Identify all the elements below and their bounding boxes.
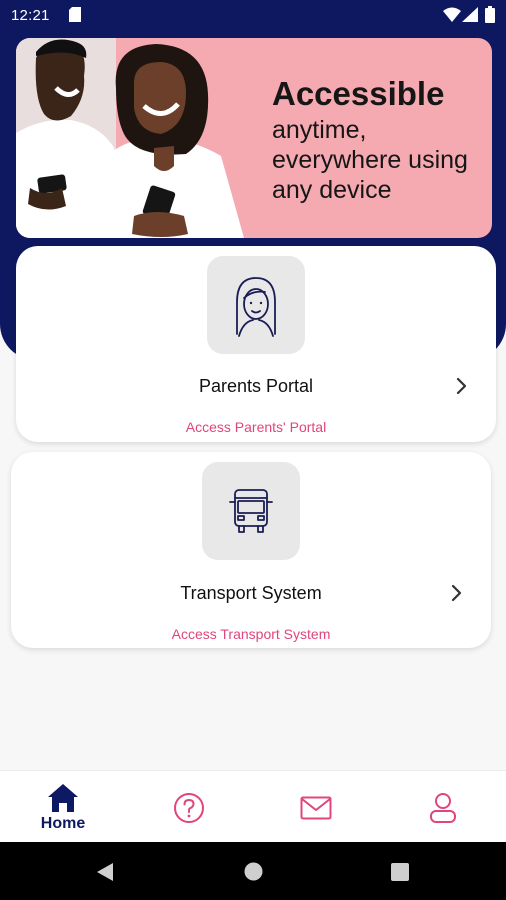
signal-icon (462, 7, 478, 22)
android-navigation-bar (0, 842, 506, 900)
transport-system-subtitle[interactable]: Access Transport System (11, 626, 491, 642)
status-time: 12:21 (11, 7, 50, 24)
transport-system-card[interactable]: Transport System Access Transport System (11, 452, 491, 648)
nav-profile[interactable] (380, 771, 506, 843)
bottom-navigation: Home (0, 770, 506, 843)
hero-title: Accessible (272, 75, 445, 112)
home-button-icon[interactable] (244, 862, 263, 881)
nav-home[interactable]: Home (0, 771, 126, 843)
battery-icon (485, 6, 495, 23)
nav-messages[interactable] (253, 771, 379, 843)
mail-icon (300, 796, 332, 820)
wifi-icon (443, 7, 461, 22)
recents-icon[interactable] (391, 863, 409, 881)
hero-subtitle: anytime, everywhere using any device (272, 116, 468, 204)
help-icon (174, 793, 204, 823)
sd-card-icon (69, 7, 81, 22)
bus-icon (229, 489, 273, 533)
back-icon[interactable] (96, 862, 114, 882)
transport-system-icon-box (202, 462, 300, 560)
profile-icon (430, 793, 456, 823)
people-with-phones-illustration (16, 38, 244, 238)
nav-home-label: Home (40, 815, 86, 832)
chevron-right-icon (456, 377, 467, 395)
chevron-right-icon (451, 584, 462, 602)
parents-portal-card[interactable]: Parents Portal Access Parents' Portal (16, 246, 496, 442)
status-bar: 12:21 (0, 0, 506, 30)
hero-banner: Accessible anytime, everywhere using any… (16, 38, 492, 238)
nav-help[interactable] (126, 771, 252, 843)
parents-portal-title: Parents Portal (198, 376, 314, 396)
transport-system-title: Transport System (180, 583, 322, 603)
parents-portal-subtitle[interactable]: Access Parents' Portal (16, 419, 496, 435)
parents-portal-icon-box (207, 256, 305, 354)
girl-avatar-icon (236, 277, 276, 337)
home-icon (48, 784, 78, 812)
